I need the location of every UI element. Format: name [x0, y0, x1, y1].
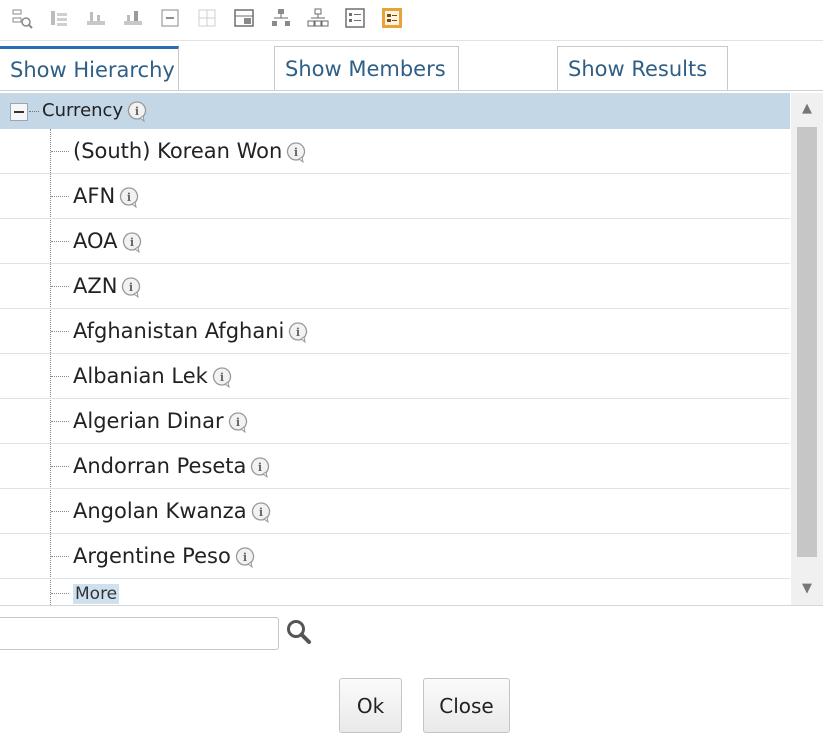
- list-view-icon[interactable]: [343, 6, 367, 30]
- tree-item-label: AOA: [73, 229, 118, 253]
- tree-item[interactable]: Afghanistan Afghani i: [0, 309, 790, 354]
- toolbar-divider: [0, 40, 823, 41]
- tree-connector: [29, 111, 39, 112]
- tree-connector: [51, 241, 69, 242]
- svg-text:i: i: [243, 551, 247, 564]
- tree-item[interactable]: AFN i: [0, 174, 790, 219]
- tree-item[interactable]: Angolan Kwanza i: [0, 489, 790, 534]
- svg-text:i: i: [129, 236, 133, 249]
- indent-icon[interactable]: [121, 6, 145, 30]
- tab-label: Show Hierarchy: [10, 57, 175, 82]
- info-icon[interactable]: i: [211, 366, 233, 388]
- zoom-tree-icon[interactable]: [10, 6, 34, 30]
- tree-item-label: Argentine Peso: [73, 544, 231, 568]
- tree-item-node[interactable]: AFN i: [73, 183, 140, 209]
- tree-item-node[interactable]: Algerian Dinar i: [73, 408, 249, 434]
- svg-text:i: i: [129, 281, 133, 294]
- tree-item-node[interactable]: AOA i: [73, 228, 143, 254]
- tree-connector: [51, 196, 69, 197]
- tree-item-label: (South) Korean Won: [73, 139, 283, 163]
- search-icon[interactable]: [284, 617, 314, 647]
- tree-bottom-border: [0, 605, 823, 606]
- properties-icon[interactable]: [380, 6, 404, 30]
- svg-text:i: i: [294, 146, 298, 159]
- tab-divider: [0, 90, 823, 91]
- collapse-all-icon[interactable]: [158, 6, 182, 30]
- tree-connector: [51, 151, 69, 152]
- tree-item-label: AZN: [73, 274, 118, 298]
- tree-item-node[interactable]: Andorran Peseta i: [73, 453, 271, 479]
- tree-item-node[interactable]: Afghanistan Afghani i: [73, 318, 309, 344]
- tree-item[interactable]: Algerian Dinar i: [0, 399, 790, 444]
- tab-label: Show Members: [285, 56, 446, 81]
- tree-item-node[interactable]: (South) Korean Won i: [73, 138, 307, 164]
- expand-all-icon[interactable]: [195, 6, 219, 30]
- tree-item-node[interactable]: Argentine Peso i: [73, 543, 256, 569]
- tree-item-label: Afghanistan Afghani: [73, 319, 285, 343]
- collapse-branch-icon[interactable]: [84, 6, 108, 30]
- tree-connector: [51, 466, 69, 467]
- tree-item-label: Angolan Kwanza: [73, 499, 247, 523]
- tree-item-label: Albanian Lek: [73, 364, 208, 388]
- svg-text:i: i: [135, 105, 139, 118]
- tree-connector: [51, 331, 69, 332]
- svg-text:i: i: [258, 506, 262, 519]
- tab-label: Show Results: [568, 56, 708, 81]
- tree-item[interactable]: AZN i: [0, 264, 790, 309]
- tree-root-node[interactable]: Currency i: [42, 99, 148, 123]
- tree-item[interactable]: AOA i: [0, 219, 790, 264]
- svg-text:i: i: [258, 461, 262, 474]
- tree-item-label: AFN: [73, 184, 116, 208]
- tree-item[interactable]: (South) Korean Won i: [0, 129, 790, 174]
- more-link[interactable]: More: [73, 584, 120, 604]
- search-input[interactable]: [0, 617, 279, 650]
- tree-connector: [51, 376, 69, 377]
- tree-root-label: Currency: [42, 100, 124, 121]
- tab-show-members[interactable]: Show Members: [274, 46, 459, 90]
- tree-connector: [51, 421, 69, 422]
- scrollbar-thumb[interactable]: [797, 127, 817, 557]
- tree-connector: [51, 556, 69, 557]
- tree-item-label: Andorran Peseta: [73, 454, 247, 478]
- info-icon[interactable]: i: [126, 100, 148, 122]
- info-icon[interactable]: i: [287, 321, 309, 343]
- tree-item-node[interactable]: AZN i: [73, 273, 142, 299]
- scroll-down-icon[interactable]: ▼: [797, 579, 817, 597]
- ok-button[interactable]: Ok: [339, 678, 402, 733]
- svg-text:i: i: [220, 371, 224, 384]
- tab-show-hierarchy[interactable]: Show Hierarchy: [0, 46, 179, 90]
- info-icon[interactable]: i: [285, 141, 307, 163]
- scroll-up-icon[interactable]: ▲: [797, 99, 817, 117]
- hierarchy-tree: Currency i (South) Korean Won i AFN i AOA i …: [0, 93, 790, 605]
- view-toggle-icon[interactable]: [232, 6, 256, 30]
- tree-item[interactable]: Albanian Lek i: [0, 354, 790, 399]
- info-icon[interactable]: i: [234, 546, 256, 568]
- tree-connector: [51, 286, 69, 287]
- info-icon[interactable]: i: [121, 231, 143, 253]
- expand-branch-icon[interactable]: [47, 6, 71, 30]
- tree-item-node[interactable]: Albanian Lek i: [73, 363, 233, 389]
- info-icon[interactable]: i: [118, 186, 140, 208]
- info-icon[interactable]: i: [249, 456, 271, 478]
- tree-item-label: Algerian Dinar: [73, 409, 224, 433]
- info-icon[interactable]: i: [250, 501, 272, 523]
- org-chart-icon[interactable]: [306, 6, 330, 30]
- tab-show-results[interactable]: Show Results: [557, 46, 728, 90]
- close-button[interactable]: Close: [423, 678, 510, 733]
- tree-connector: [51, 511, 69, 512]
- hierarchy-icon[interactable]: [269, 6, 293, 30]
- tree-connector: [51, 593, 69, 594]
- tree-item[interactable]: Argentine Peso i: [0, 534, 790, 579]
- svg-text:i: i: [296, 326, 300, 339]
- info-icon[interactable]: i: [227, 411, 249, 433]
- tree-scrollbar[interactable]: ▲ ▼: [791, 93, 823, 605]
- collapse-node-icon[interactable]: [10, 103, 28, 121]
- toolbar: [10, 3, 404, 33]
- tree-item-node[interactable]: Angolan Kwanza i: [73, 498, 272, 524]
- tree-root-row[interactable]: Currency i: [0, 93, 790, 129]
- svg-text:i: i: [127, 191, 131, 204]
- info-icon[interactable]: i: [120, 276, 142, 298]
- tree-item[interactable]: Andorran Peseta i: [0, 444, 790, 489]
- svg-text:i: i: [236, 416, 240, 429]
